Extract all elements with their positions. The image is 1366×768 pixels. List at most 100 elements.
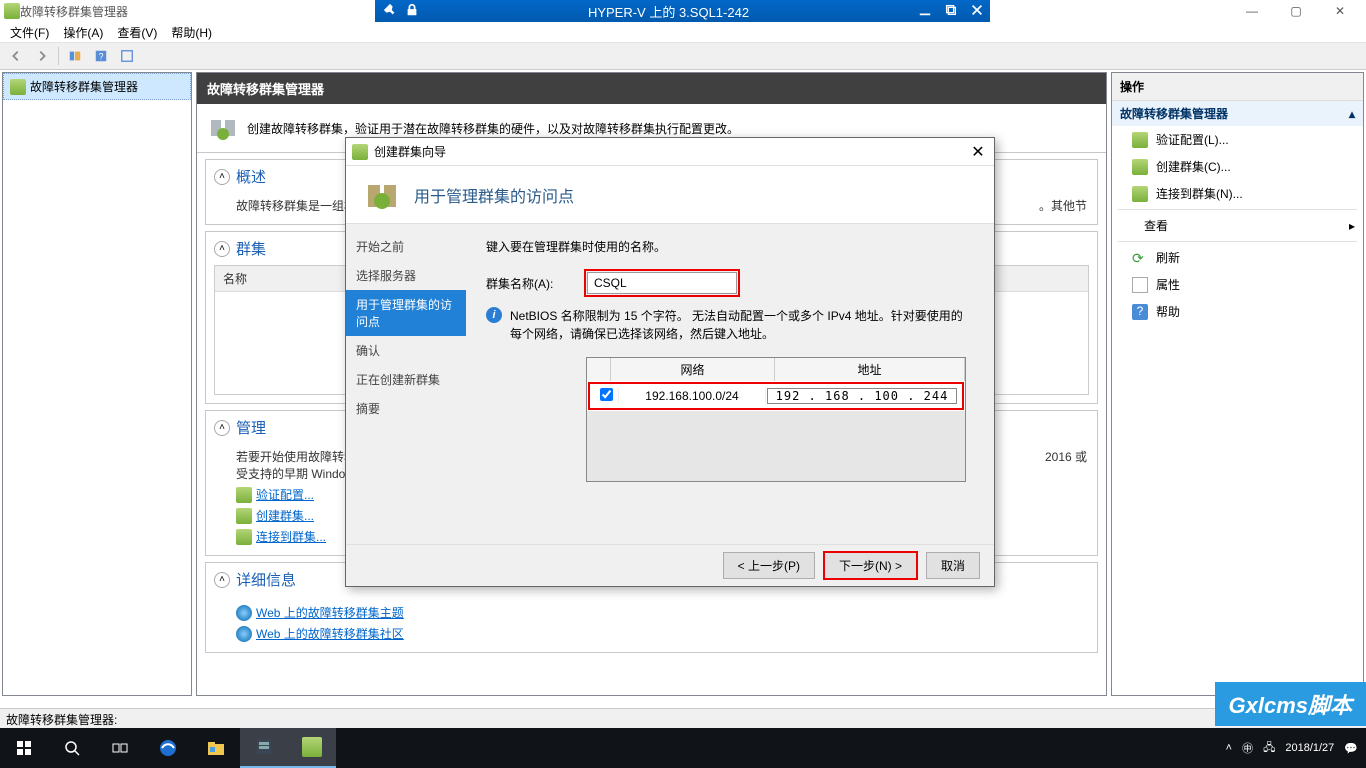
back-button[interactable]: [4, 45, 28, 67]
cancel-button[interactable]: 取消: [926, 552, 980, 579]
svg-text:?: ?: [99, 52, 104, 62]
restore-icon[interactable]: [944, 3, 958, 20]
action-help[interactable]: ?帮助: [1112, 298, 1363, 325]
info-text: NetBIOS 名称限制为 15 个字符。 无法自动配置一个或多个 IPv4 地…: [510, 307, 974, 343]
network-table: 网络 地址 192.168.100.0/24 192 . 168 . 100 .…: [586, 357, 966, 482]
cluster-icon: [10, 79, 26, 95]
actions-header: 操作: [1112, 73, 1363, 101]
tree-panel: 故障转移群集管理器: [2, 72, 192, 696]
cluster-big-icon: [207, 112, 239, 144]
address-value[interactable]: 192 . 168 . 100 . 244: [767, 388, 957, 404]
prev-button[interactable]: < 上一步(P): [723, 552, 815, 579]
start-button[interactable]: [0, 728, 48, 768]
explorer-button[interactable]: [192, 728, 240, 768]
globe-icon: [236, 626, 252, 642]
tray-ime-icon[interactable]: ㊥: [1242, 740, 1253, 756]
tree-root-label: 故障转移群集管理器: [30, 78, 138, 95]
taskbar: ˄ ㊥ 🖧 2018/1/27 💬: [0, 728, 1366, 768]
action-properties[interactable]: 属性: [1112, 271, 1363, 298]
chevron-up-icon[interactable]: ˄: [214, 420, 230, 436]
detail-title: 详细信息: [236, 569, 296, 590]
wizard-prompt: 键入要在管理群集时使用的名称。: [486, 238, 974, 255]
cluster-name-input[interactable]: [587, 272, 737, 294]
menubar: 文件(F) 操作(A) 查看(V) 帮助(H): [0, 22, 1366, 42]
win-minimize[interactable]: —: [1230, 0, 1274, 22]
wizard-dialog: 创建群集向导 ✕ 用于管理群集的访问点 开始之前 选择服务器 用于管理群集的访问…: [345, 137, 995, 587]
win-maximize[interactable]: ▢: [1274, 0, 1318, 22]
watermark: Gxlcms脚本: [1215, 682, 1366, 726]
chevron-up-icon[interactable]: ˄: [214, 241, 230, 257]
close-icon[interactable]: [970, 3, 984, 20]
chevron-right-icon: ▸: [1349, 219, 1355, 233]
center-header: 故障转移群集管理器: [197, 73, 1106, 104]
menu-view[interactable]: 查看(V): [111, 22, 163, 43]
wizard-icon: [352, 144, 368, 160]
info-icon: i: [486, 307, 502, 323]
taskview-button[interactable]: [96, 728, 144, 768]
name-label: 群集名称(A):: [486, 275, 576, 292]
actions-sub: 故障转移群集管理器 ▴: [1112, 101, 1363, 126]
cluster-manager-button[interactable]: [288, 728, 336, 768]
toolbar: ?: [0, 42, 1366, 70]
next-button[interactable]: 下一步(N) >: [823, 551, 918, 580]
validate-icon: [236, 487, 252, 503]
nav-step-5[interactable]: 摘要: [346, 394, 466, 423]
minimize-icon[interactable]: [918, 3, 932, 20]
action-validate[interactable]: 验证配置(L)...: [1112, 126, 1363, 153]
nav-step-3[interactable]: 确认: [346, 336, 466, 365]
create-icon: [1132, 159, 1148, 175]
action-refresh[interactable]: ⟳刷新: [1112, 244, 1363, 271]
tree-root[interactable]: 故障转移群集管理器: [3, 73, 191, 100]
tray-up-icon[interactable]: ˄: [1226, 742, 1232, 754]
properties-icon: [1132, 277, 1148, 293]
wizard-banner-title: 用于管理群集的访问点: [414, 183, 574, 207]
win-close[interactable]: ✕: [1318, 0, 1362, 22]
manage-title: 管理: [236, 417, 266, 438]
create-icon: [236, 508, 252, 524]
nav-step-2[interactable]: 用于管理群集的访问点: [346, 290, 466, 336]
vm-title: HYPER-V 上的 3.SQL1-242: [588, 2, 749, 21]
wizard-close-icon[interactable]: ✕: [968, 142, 988, 162]
wizard-banner-icon: [362, 175, 402, 215]
pin-icon[interactable]: [383, 3, 397, 20]
search-button[interactable]: [48, 728, 96, 768]
nav-step-1[interactable]: 选择服务器: [346, 261, 466, 290]
nav-step-0[interactable]: 开始之前: [346, 232, 466, 261]
collapse-icon[interactable]: ▴: [1349, 107, 1355, 121]
tray-network-icon[interactable]: 🖧: [1263, 739, 1275, 758]
forward-button[interactable]: [30, 45, 54, 67]
tray-notification-icon[interactable]: 💬: [1344, 742, 1358, 755]
action-view[interactable]: 查看▸: [1112, 212, 1363, 239]
chevron-up-icon[interactable]: ˄: [214, 169, 230, 185]
action-create[interactable]: 创建群集(C)...: [1112, 153, 1363, 180]
refresh-button[interactable]: [115, 45, 139, 67]
center-desc-text: 创建故障转移群集，验证用于潜在故障转移群集的硬件，以及对故障转移群集执行配置更改…: [247, 120, 739, 137]
clusters-title: 群集: [236, 238, 266, 259]
action-connect[interactable]: 连接到群集(N)...: [1112, 180, 1363, 207]
wizard-content: 键入要在管理群集时使用的名称。 群集名称(A): i NetBIOS 名称限制为…: [466, 224, 994, 544]
help-button[interactable]: ?: [89, 45, 113, 67]
manage-tail: 2016 或: [1045, 448, 1087, 482]
chevron-up-icon[interactable]: ˄: [214, 572, 230, 588]
menu-action[interactable]: 操作(A): [57, 22, 109, 43]
validate-icon: [1132, 132, 1148, 148]
server-manager-button[interactable]: [240, 728, 288, 768]
network-checkbox[interactable]: [600, 388, 613, 401]
col-address: 地址: [775, 358, 965, 381]
tray-date[interactable]: 2018/1/27: [1285, 742, 1334, 754]
link-web-community[interactable]: Web 上的故障转移群集社区: [236, 625, 1087, 642]
lock-icon: [405, 3, 419, 20]
network-value: 192.168.100.0/24: [618, 389, 766, 403]
connect-icon: [236, 529, 252, 545]
refresh-icon: ⟳: [1132, 250, 1148, 266]
wizard-nav: 开始之前 选择服务器 用于管理群集的访问点 确认 正在创建新群集 摘要: [346, 224, 466, 544]
menu-help[interactable]: 帮助(H): [165, 22, 218, 43]
nav-step-4[interactable]: 正在创建新群集: [346, 365, 466, 394]
ie-button[interactable]: [144, 728, 192, 768]
link-web-topic[interactable]: Web 上的故障转移群集主题: [236, 604, 1087, 621]
cluster-icon: [4, 3, 20, 19]
menu-file[interactable]: 文件(F): [4, 22, 55, 43]
overview-extra: 。其他节: [1039, 197, 1087, 214]
home-button[interactable]: [63, 45, 87, 67]
overview-title: 概述: [236, 166, 266, 187]
